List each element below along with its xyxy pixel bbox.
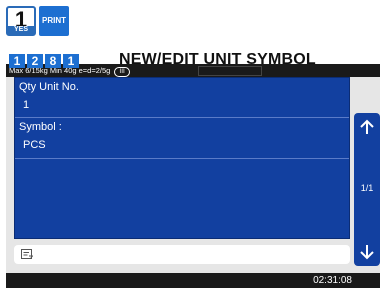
page-title: NEW/EDIT UNIT SYMBOL xyxy=(119,51,316,68)
scroll-up-button[interactable] xyxy=(354,113,380,141)
qty-unit-no-label: Qty Unit No. xyxy=(19,81,79,93)
clock-time: 02:31:08 xyxy=(313,275,352,286)
print-key-label: PRINT xyxy=(42,16,66,25)
qty-unit-no-field[interactable]: Qty Unit No. 1 xyxy=(15,78,349,116)
menu-code-digit: 1 xyxy=(63,54,79,68)
menu-code: 1 2 8 1 xyxy=(9,54,79,68)
page-indicator: 1/1 xyxy=(354,141,380,238)
yes-key-icon[interactable]: 1 YES xyxy=(6,6,36,36)
qty-unit-no-value: 1 xyxy=(23,99,30,111)
field-divider xyxy=(15,158,349,159)
symbol-field[interactable]: Symbol : PCS xyxy=(15,118,349,156)
menu-code-digit: 8 xyxy=(45,54,61,68)
yes-key-label: YES xyxy=(8,26,34,34)
memo-icon xyxy=(21,249,33,259)
arrow-down-icon xyxy=(360,245,374,260)
scroll-down-button[interactable] xyxy=(354,238,380,266)
clock-bar: 02:31:08 xyxy=(6,273,380,288)
menu-code-digit: 1 xyxy=(9,54,25,68)
menu-code-digit: 2 xyxy=(27,54,43,68)
symbol-label: Symbol : xyxy=(19,121,62,133)
symbol-value: PCS xyxy=(23,139,46,151)
print-key-icon[interactable]: PRINT xyxy=(39,6,69,36)
form-panel: Qty Unit No. 1 Symbol : PCS xyxy=(14,77,350,239)
page-indicator-text: 1/1 xyxy=(360,183,374,193)
arrow-up-icon xyxy=(360,119,374,134)
text-input[interactable] xyxy=(14,245,350,264)
